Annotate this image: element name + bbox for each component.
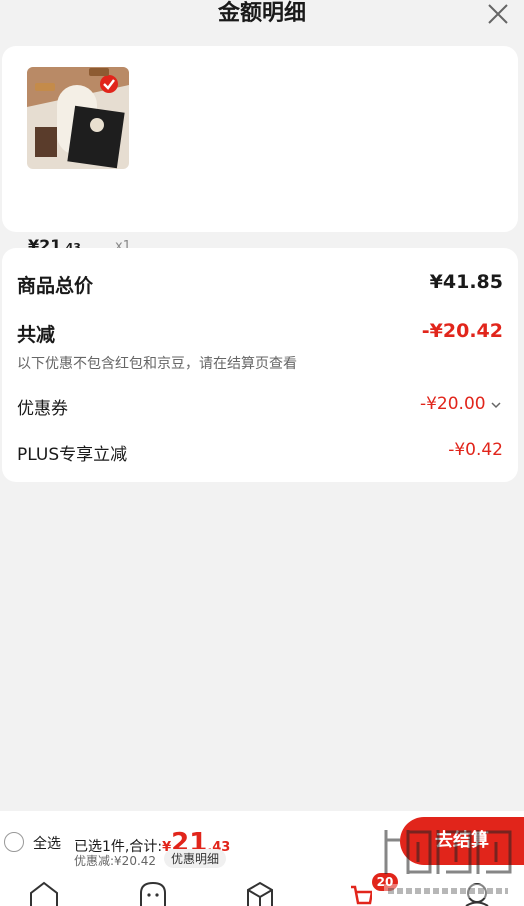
discover-icon[interactable]: [138, 881, 168, 906]
total-label: 商品总价: [17, 275, 94, 297]
select-all-label[interactable]: 全选: [33, 833, 61, 853]
coffee-product-icon: [27, 67, 129, 169]
header: 金额明细: [0, 0, 524, 34]
chevron-down-icon: [491, 402, 501, 409]
summary-card: 商品总价 ¥41.85 共减 -¥20.42 以下优惠不包含红包和京豆，请在结算…: [2, 248, 518, 482]
cart-icon[interactable]: [350, 883, 372, 906]
discount-text: 优惠减:¥20.42: [74, 854, 157, 868]
close-icon[interactable]: [486, 2, 510, 26]
page-title: 金额明细: [217, 1, 306, 26]
total-value: ¥41.85: [429, 271, 503, 293]
home-icon[interactable]: [28, 881, 60, 906]
product-image[interactable]: [27, 67, 129, 169]
discount-note: 以下优惠不包含红包和京豆，请在结算页查看: [17, 356, 297, 372]
plus-value: -¥0.42: [448, 440, 503, 460]
discount-detail-button[interactable]: 优惠明细: [164, 849, 227, 868]
coupon-value-wrap: -¥20.00: [420, 394, 501, 414]
plus-label: PLUS专享立减: [17, 445, 128, 465]
box-icon[interactable]: [245, 881, 275, 906]
select-all-checkbox[interactable]: [4, 832, 24, 852]
reduce-label: 共减: [17, 324, 56, 346]
reduce-value: -¥20.42: [421, 320, 503, 342]
product-card: ¥21.43 x1: [2, 46, 518, 255]
coupon-value: -¥20.00: [419, 394, 486, 414]
coupon-label: 优惠券: [17, 399, 68, 419]
watermark-logo: [384, 830, 512, 898]
